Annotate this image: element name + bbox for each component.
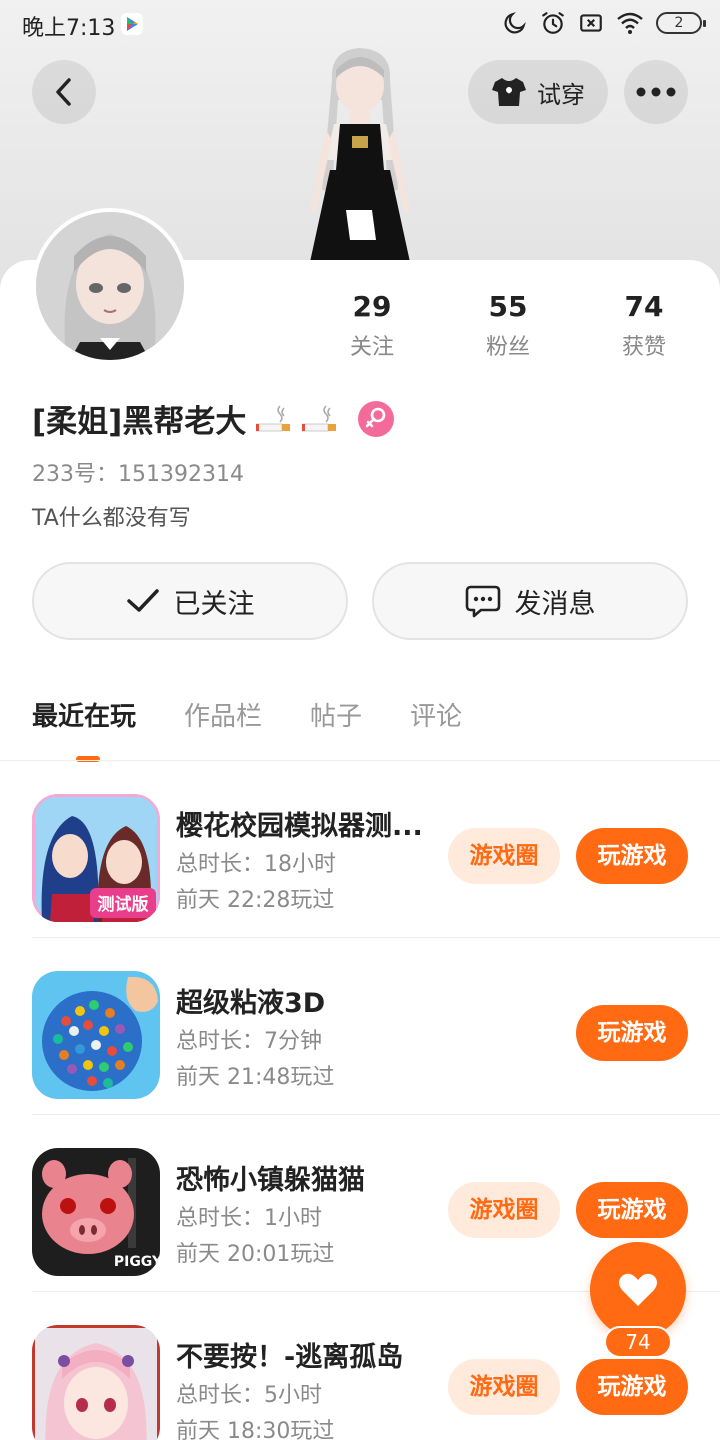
play-game-button[interactable]: 玩游戏 <box>576 1182 688 1238</box>
alarm-icon <box>542 12 564 34</box>
row-divider <box>32 937 720 938</box>
profile-tabs: 最近在玩 作品栏 帖子 评论 <box>32 696 510 733</box>
sim-off-icon <box>580 14 602 32</box>
stat-following-count: 29 <box>352 290 392 323</box>
checkmark-icon <box>126 589 159 612</box>
game-icon-badge: 测试版 <box>98 894 149 915</box>
chat-bubble-icon <box>465 585 500 618</box>
game-last-played: 前天 21:48玩过 <box>176 1065 335 1090</box>
game-last-played: 前天 20:01玩过 <box>176 1242 335 1267</box>
user-bio: TA什么都没有写 <box>32 506 191 531</box>
game-duration: 总时长：5小时 <box>176 1383 322 1408</box>
like-button[interactable] <box>590 1242 686 1338</box>
game-circle-button[interactable]: 游戏圈 <box>448 1182 560 1238</box>
game-icon-sakura-school: 测试版 <box>32 794 160 922</box>
cigarette-icon <box>302 404 337 431</box>
following-button[interactable]: 已关注 <box>32 562 348 640</box>
nickname: [柔姐]黑帮老大 <box>32 404 247 440</box>
game-duration: 总时长：1小时 <box>176 1206 322 1231</box>
send-message-label: 发消息 <box>514 588 596 620</box>
more-dots-icon <box>636 87 676 97</box>
game-icon-badge: PIGGY <box>114 1254 160 1270</box>
tabs-divider <box>0 760 720 761</box>
tab-recently-played[interactable]: 最近在玩 <box>32 696 136 733</box>
avatar[interactable] <box>32 208 188 364</box>
game-circle-button[interactable]: 游戏圈 <box>448 828 560 884</box>
try-on-label: 试穿 <box>537 80 585 109</box>
avatar-portrait <box>36 212 184 360</box>
moon-icon <box>504 12 526 34</box>
game-icon-piggy: PIGGY <box>32 1148 160 1276</box>
stat-likes-count: 74 <box>624 290 664 323</box>
send-message-button[interactable]: 发消息 <box>372 562 688 640</box>
game-icon-dont-press <box>32 1325 160 1440</box>
tshirt-icon <box>492 78 526 106</box>
back-button[interactable] <box>32 60 96 124</box>
tab-works[interactable]: 作品栏 <box>184 696 262 733</box>
game-title: 樱花校园模拟器测... <box>176 811 423 842</box>
nickname-row: [柔姐]黑帮老大 <box>32 396 395 441</box>
heart-icon <box>619 1273 657 1306</box>
wifi-icon <box>617 12 643 34</box>
female-icon <box>358 400 395 437</box>
app-store-icon <box>121 13 143 35</box>
more-button[interactable] <box>624 60 688 124</box>
following-label: 已关注 <box>173 588 255 620</box>
stat-following-label: 关注 <box>349 335 394 360</box>
stat-following[interactable]: 29 关注 <box>312 290 432 361</box>
tab-posts[interactable]: 帖子 <box>310 696 362 733</box>
game-last-played: 前天 18:30玩过 <box>176 1419 335 1440</box>
avatar-character-illustration <box>310 48 410 262</box>
battery-icon: 2 <box>656 12 706 34</box>
tab-comments[interactable]: 评论 <box>410 696 462 733</box>
game-duration: 总时长：7分钟 <box>176 1029 322 1054</box>
game-icon-super-slime <box>32 971 160 1099</box>
like-count: 74 <box>604 1326 672 1358</box>
row-divider <box>32 1114 720 1115</box>
game-circle-button[interactable]: 游戏圈 <box>448 1359 560 1415</box>
try-on-button[interactable]: 试穿 <box>468 60 608 124</box>
game-title: 不要按！-逃离孤岛 <box>176 1342 404 1373</box>
play-game-button[interactable]: 玩游戏 <box>576 1005 688 1061</box>
play-game-button[interactable]: 玩游戏 <box>576 1359 688 1415</box>
list-item[interactable]: 测试版 樱花校园模拟器测... 总时长：18小时 前天 22:28玩过 游戏圈 … <box>0 762 720 938</box>
cigarette-icon <box>256 404 291 431</box>
stat-followers-label: 粉丝 <box>485 335 530 360</box>
stat-followers-count: 55 <box>488 290 528 323</box>
stat-likes[interactable]: 74 获赞 <box>584 290 704 361</box>
game-title: 超级粘液3D <box>176 988 326 1019</box>
stat-likes-label: 获赞 <box>621 335 666 360</box>
game-last-played: 前天 22:28玩过 <box>176 888 335 913</box>
stat-followers[interactable]: 55 粉丝 <box>448 290 568 361</box>
game-duration: 总时长：18小时 <box>176 852 336 877</box>
play-game-button[interactable]: 玩游戏 <box>576 828 688 884</box>
game-title: 恐怖小镇躲猫猫 <box>176 1165 365 1196</box>
user-id: 233号：151392314 <box>32 462 244 487</box>
list-item[interactable]: 超级粘液3D 总时长：7分钟 前天 21:48玩过 玩游戏 <box>0 939 720 1115</box>
status-time: 晚上7:13 <box>22 16 116 41</box>
chevron-left-icon <box>56 78 71 106</box>
